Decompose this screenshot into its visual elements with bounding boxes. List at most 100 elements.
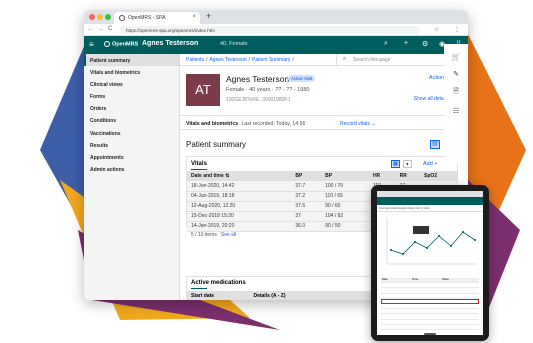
document-icon[interactable]: 🗎: [444, 87, 468, 98]
table-cell: 36.0: [291, 221, 322, 232]
column-header-date-label: Date and time: [191, 173, 224, 179]
table-cell: Date: [382, 278, 388, 281]
tablet-screen: Overview Vitals Results Orders Forms Vis…: [377, 191, 483, 335]
openmrs-logo[interactable]: OpenMRS: [104, 41, 138, 47]
column-header-bp[interactable]: BP: [321, 171, 369, 181]
table-view-icon[interactable]: ▤: [391, 160, 400, 168]
page-title: Patient summary: [186, 140, 247, 149]
breadcrumb-summary[interactable]: Patient Summary: [252, 57, 290, 63]
table-row[interactable]: [381, 325, 479, 330]
tablet-app-header: [377, 197, 483, 205]
search-icon[interactable]: ⌕: [384, 40, 388, 48]
sidebar-item-forms[interactable]: Forms: [84, 91, 179, 103]
sidebar-item-orders[interactable]: Orders: [84, 103, 179, 115]
chart-point: [402, 253, 404, 255]
chart-point: [474, 239, 476, 241]
column-header-rr[interactable]: RR: [395, 171, 420, 181]
sidebar-item-appointments[interactable]: Appointments: [84, 152, 179, 164]
table-header-row: Date and time ⇅ BP BP HR RR SpO2: [187, 171, 457, 181]
tab-title: OpenMRS - SPA: [128, 15, 166, 21]
table-cell: 14-Jan-2019, 20:20: [187, 221, 292, 232]
title-underline: [191, 169, 207, 170]
bookmark-star-icon[interactable]: ☆: [434, 26, 439, 33]
table-cell: 12-Aug-2020, 12:20: [187, 201, 292, 212]
brand-label: OpenMRS: [112, 41, 139, 48]
tablet-vitals-table: Date Time Value: [381, 278, 479, 330]
summary-title-row: Patient summary ▤ ▦: [180, 130, 468, 156]
see-all-link[interactable]: See all: [221, 232, 236, 238]
patient-banner: AT Agnes Testerson Active Visit Female ·…: [180, 66, 468, 116]
window-minimize-dot[interactable]: [97, 14, 103, 20]
forward-icon[interactable]: →: [98, 26, 104, 32]
table-cell: 104 / 82: [321, 211, 369, 222]
table-cell: Time: [412, 278, 419, 281]
pen-icon[interactable]: ✎: [444, 70, 468, 78]
window-maximize-dot[interactable]: [105, 14, 111, 20]
add-icon[interactable]: +: [404, 40, 408, 47]
chart-view-icon[interactable]: ⫟: [403, 160, 412, 168]
breadcrumb-patient[interactable]: Agnes Testerson: [209, 57, 246, 63]
column-header-start-date[interactable]: Start date: [191, 293, 214, 299]
chart-tooltip: [413, 226, 429, 234]
chart-point: [390, 249, 392, 251]
url-field[interactable]: https://openmrs-spa.org/openmrs/index.ht…: [120, 26, 420, 34]
tab-close-icon[interactable]: ×: [192, 14, 196, 20]
cart-icon[interactable]: 🛒: [444, 53, 468, 61]
sidebar-item-conditions[interactable]: Conditions: [84, 115, 179, 127]
hamburger-menu-icon[interactable]: ≡: [89, 40, 94, 49]
back-icon[interactable]: ←: [88, 26, 94, 32]
table-cell: 90 / 50: [321, 221, 369, 232]
vitals-bar-title: Vitals and biometrics: [186, 120, 239, 127]
list-icon[interactable]: ☷: [444, 107, 468, 115]
vitals-card-title: Vitals: [191, 161, 207, 167]
column-header-hr[interactable]: HR: [368, 171, 396, 181]
patient-identifiers: 100GEJ87eRE, 00001980FJ: [226, 97, 290, 103]
chart-point: [462, 231, 464, 233]
header-patient-name: Agnes Testerson: [142, 40, 199, 47]
browser-tab[interactable]: OpenMRS - SPA ×: [114, 12, 200, 24]
breadcrumb-patients[interactable]: Patients: [186, 57, 204, 63]
column-header-spo2[interactable]: SpO2: [420, 171, 457, 181]
table-cell: 37.2: [291, 191, 322, 202]
record-vitals-link[interactable]: Record vitals ⌄: [340, 121, 376, 127]
sidebar-item-patient-summary[interactable]: Patient summary: [84, 54, 179, 67]
tablet-tabs[interactable]: Overview Vitals Results Orders Forms Vis…: [377, 205, 483, 212]
vitals-card-header: Vitals ▤ ⫟ Add +: [187, 157, 457, 171]
column-header-bt[interactable]: BP: [291, 171, 322, 181]
sort-icon: ⇅: [225, 173, 230, 179]
window-close-dot[interactable]: [89, 14, 95, 20]
breadcrumb-separator: /: [206, 57, 208, 63]
add-vitals-button[interactable]: Add +: [423, 161, 438, 167]
column-header-date[interactable]: Date and time ⇅: [187, 171, 292, 181]
table-cell: 100 / 70: [321, 181, 369, 192]
table-cell: Value: [442, 278, 449, 281]
sidebar-item-admin-actions[interactable]: Admin actions: [84, 164, 179, 176]
address-bar: ← → C https://openmrs-spa.org/openmrs/in…: [84, 24, 468, 36]
new-tab-button[interactable]: +: [206, 11, 211, 21]
left-navigation: Patient summary Vitals and biometrics Cl…: [84, 54, 180, 300]
reload-icon[interactable]: C: [108, 26, 112, 32]
settings-icon[interactable]: ⚙: [422, 40, 428, 48]
table-cell: 37.6: [291, 201, 322, 212]
list-view-icon[interactable]: ▤: [430, 140, 440, 149]
chart-point: [438, 235, 440, 237]
sidebar-item-vitals[interactable]: Vitals and biometrics: [84, 66, 179, 78]
sidebar-item-clinical-views[interactable]: Clinical views: [84, 78, 179, 90]
sidebar-item-results[interactable]: Results: [84, 139, 179, 151]
table-cell: 18-Jun-2020, 14:42: [187, 181, 292, 192]
sidebar-item-vaccinations[interactable]: Vaccinations: [84, 127, 179, 139]
search-placeholder: Search this page: [353, 57, 391, 63]
active-visit-badge: Active Visit: [288, 75, 316, 82]
chart-point: [414, 241, 416, 243]
chart-point: [450, 245, 452, 247]
patient-name: Agnes Testerson: [226, 74, 290, 84]
app-header: ≡ OpenMRS Agnes Testerson 40, Female ⌕ +…: [84, 36, 468, 54]
page-search-icon: ⌕: [343, 56, 347, 62]
title-underline: [191, 288, 207, 289]
column-header-details[interactable]: Details (A - Z): [253, 293, 285, 299]
browser-menu-icon[interactable]: ⋮: [454, 26, 460, 33]
chevron-down-icon: ⌄: [371, 120, 376, 127]
table-cell: 37: [291, 211, 322, 222]
record-vitals-label: Record vitals: [340, 120, 370, 127]
patient-avatar: AT: [186, 74, 220, 106]
